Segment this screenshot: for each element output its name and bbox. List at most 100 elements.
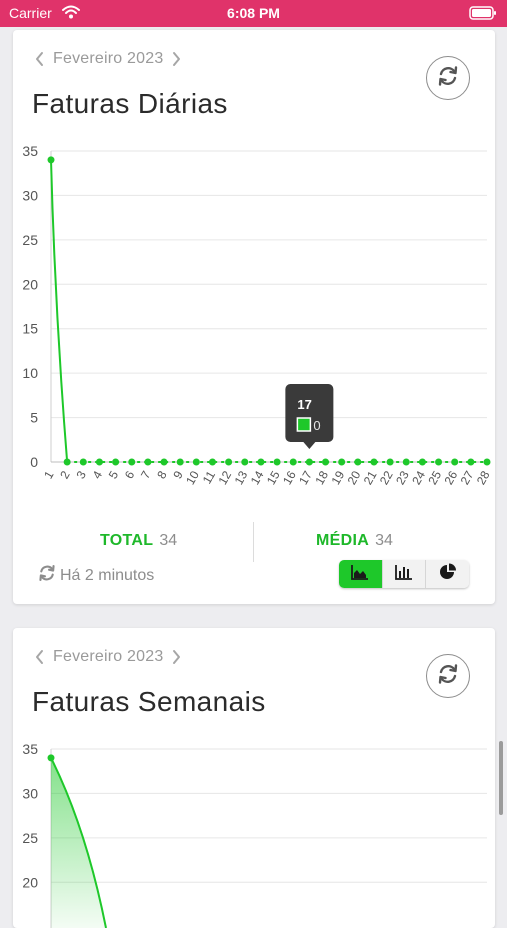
bar-chart-button[interactable] (382, 560, 427, 588)
total-item: TOTAL 34 (100, 532, 177, 550)
x-tick-label: 24 (409, 468, 428, 487)
x-tick-label: 1 (41, 468, 57, 481)
pie-chart-icon (439, 563, 457, 586)
data-point (208, 458, 216, 466)
total-value: 34 (159, 532, 178, 549)
y-tick-label: 20 (22, 276, 38, 292)
data-point (160, 458, 168, 466)
x-tick-label: 7 (138, 468, 154, 481)
x-tick-label: 21 (361, 468, 380, 487)
tooltip-swatch (296, 417, 312, 432)
x-tick-label: 18 (312, 468, 331, 487)
y-tick-label: 20 (22, 874, 38, 890)
data-point (47, 156, 55, 164)
weekly-invoices-card: Fevereiro 2023 Faturas Semanais 20 25 30 35 (13, 628, 495, 928)
chart-tooltip: 170 (285, 384, 334, 449)
y-tick-label: 35 (22, 741, 38, 757)
data-point (435, 458, 443, 466)
chart-type-toggle (339, 560, 469, 588)
sync-icon (38, 564, 56, 587)
tooltip-value: 0 (313, 418, 320, 433)
x-tick-label: 15 (264, 468, 283, 487)
x-tick-label: 11 (200, 468, 219, 486)
scrollbar[interactable] (499, 741, 503, 815)
y-tick-label: 35 (22, 143, 38, 159)
data-point (322, 458, 330, 466)
x-tick-label: 22 (377, 468, 396, 487)
data-point (241, 458, 249, 466)
tooltip-box (285, 384, 334, 442)
data-point (451, 458, 459, 466)
data-point (289, 458, 297, 466)
x-tick-label: 8 (154, 468, 170, 481)
data-point (273, 458, 281, 466)
data-point (338, 458, 346, 466)
area-chart-button[interactable] (339, 560, 383, 588)
x-tick-label: 25 (425, 468, 444, 487)
data-point (467, 458, 475, 466)
y-tick-label: 10 (22, 365, 38, 381)
x-tick-label: 5 (106, 468, 122, 481)
pie-chart-button[interactable] (426, 560, 469, 588)
y-tick-label: 30 (22, 187, 38, 203)
divider (253, 522, 254, 562)
data-point (225, 458, 233, 466)
status-bar: Carrier 6:08 PM (0, 0, 507, 27)
tooltip-title: 17 (297, 397, 311, 412)
x-tick-label: 14 (248, 468, 267, 487)
area-chart-icon (351, 564, 369, 585)
x-tick-label: 27 (458, 468, 477, 487)
y-tick-label: 25 (22, 232, 38, 248)
x-tick-label: 2 (57, 468, 73, 481)
daily-invoices-card: Fevereiro 2023 Faturas Diárias 0 5 10 15 20 2… (13, 30, 495, 604)
data-point (354, 458, 362, 466)
x-tick-label: 6 (122, 468, 138, 481)
daily-invoices-chart[interactable]: 051015202530351 2 3 4 5 6 7 8 910111213141516171… (13, 30, 495, 500)
data-point (63, 458, 71, 466)
x-tick-label: 20 (345, 468, 364, 487)
totals-row: TOTAL 34 MÉDIA 34 (13, 518, 495, 566)
data-point (95, 458, 103, 466)
series-area (51, 757, 106, 928)
x-tick-label: 26 (441, 468, 460, 487)
x-tick-label: 3 (73, 468, 89, 481)
data-point (112, 458, 120, 466)
x-tick-label: 10 (183, 468, 202, 487)
last-updated: Há 2 minutos (38, 564, 154, 587)
battery-icon (469, 6, 497, 23)
data-point (370, 458, 378, 466)
tooltip-pointer (303, 442, 316, 449)
data-point (418, 458, 426, 466)
x-tick-label: 13 (232, 468, 251, 487)
media-item: MÉDIA 34 (316, 532, 393, 550)
x-tick-label: 17 (296, 468, 315, 487)
data-point (144, 458, 152, 466)
data-point (128, 458, 136, 466)
media-label: MÉDIA (316, 532, 370, 549)
y-tick-label: 0 (30, 454, 38, 470)
data-point (47, 754, 55, 762)
y-tick-label: 15 (22, 321, 38, 337)
x-tick-label: 4 (90, 468, 106, 481)
last-updated-label: Há 2 minutos (60, 566, 155, 584)
x-tick-label: 16 (280, 468, 299, 487)
series-line (50, 159, 69, 463)
data-point (305, 458, 313, 466)
weekly-invoices-chart[interactable]: 20 25 30 35 (13, 628, 495, 928)
y-tick-label: 25 (22, 830, 38, 846)
x-tick-label: 12 (215, 468, 234, 487)
bar-chart-icon (395, 564, 413, 585)
data-point (192, 458, 200, 466)
data-point (402, 458, 410, 466)
data-point (386, 458, 394, 466)
total-label: TOTAL (100, 532, 154, 549)
data-point (79, 458, 87, 466)
data-point (176, 458, 184, 466)
media-value: 34 (375, 532, 393, 549)
clock: 6:08 PM (227, 5, 280, 21)
x-tick-label: 23 (393, 468, 412, 487)
y-tick-label: 30 (22, 785, 38, 801)
x-tick-label: 28 (474, 468, 493, 487)
data-point (483, 458, 491, 466)
x-tick-label: 19 (328, 468, 347, 487)
